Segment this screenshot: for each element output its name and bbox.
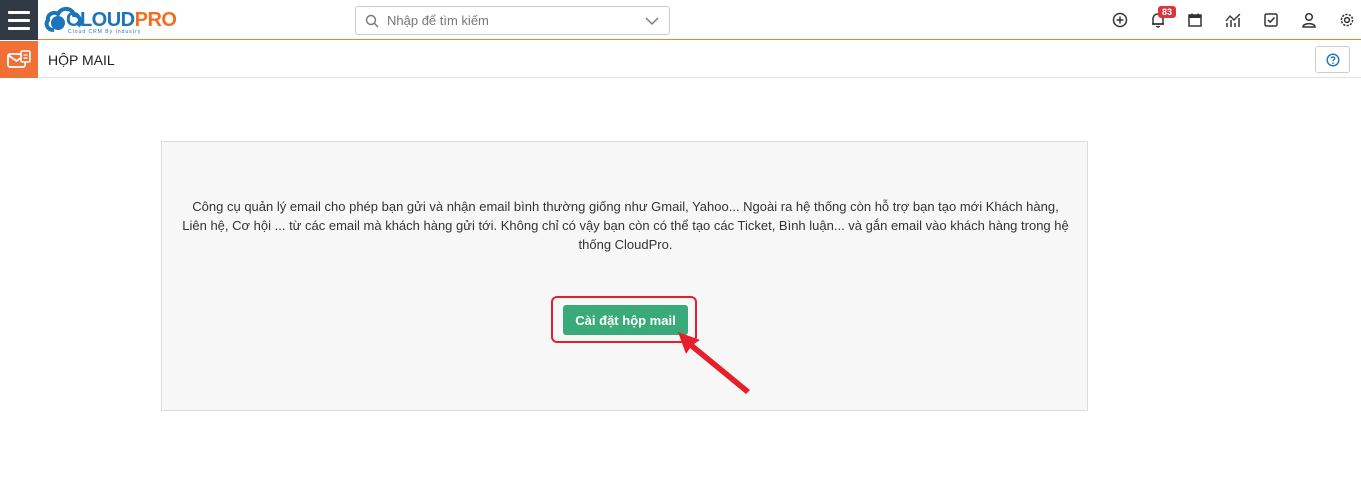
gear-icon[interactable] [1338,11,1356,29]
search-input[interactable] [387,13,645,28]
help-button[interactable] [1315,46,1350,73]
red-arrow-annotation [678,332,750,394]
page-title: HỘP MAIL [48,52,115,68]
user-icon[interactable] [1300,11,1318,29]
mailbox-description: Công cụ quản lý email cho phép bạn gửi v… [182,199,1069,252]
check-square-icon[interactable] [1262,11,1280,29]
menu-icon-bar [8,10,30,14]
mailbox-icon-graphic [7,49,31,68]
logo-tagline: Cloud CRM By Industry [68,29,142,35]
question-circle-icon [1325,52,1340,67]
menu-toggle-button[interactable] [0,0,38,40]
global-search[interactable] [355,6,670,35]
calendar-icon[interactable] [1186,11,1204,29]
chart-icon[interactable] [1224,11,1242,29]
menu-icon-bar [8,26,30,30]
search-icon [365,14,379,27]
module-header: HỘP MAIL [0,41,1361,78]
menu-icon-bar [8,18,30,22]
cloudpro-logo[interactable]: CLOUDPRO Cloud CRM By Industry [44,4,184,36]
mailbox-intro-panel: Công cụ quản lý email cho phép bạn gửi v… [161,141,1088,411]
chevron-down-icon[interactable] [645,17,659,25]
mailbox-icon [0,41,38,78]
top-header: CLOUDPRO Cloud CRM By Industry 83 [0,0,1361,40]
notification-count-badge: 83 [1158,6,1176,18]
plus-circle-icon[interactable] [1111,11,1129,29]
